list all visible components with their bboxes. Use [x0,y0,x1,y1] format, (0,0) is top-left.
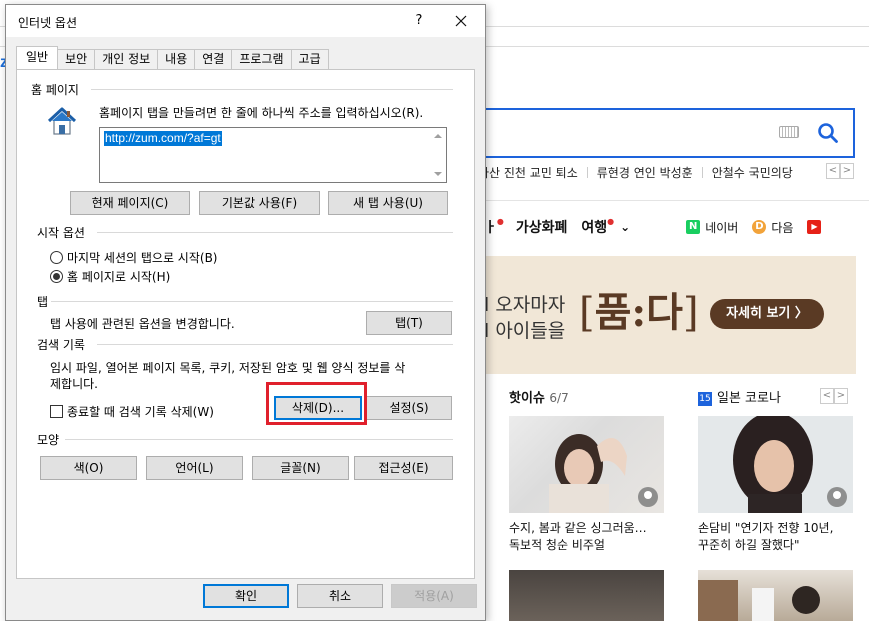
home-page-url[interactable]: http://zum.com/?af=gt [104,131,222,146]
use-new-tab-button[interactable]: 새 탭 사용(U) [328,191,448,215]
section-divider [484,200,869,201]
home-page-heading: 홈 페이지 [31,83,79,97]
home-icon [47,107,77,135]
site-search-box[interactable] [470,108,855,158]
nav-partial-item[interactable]: ㅏ● [484,217,504,237]
chevron-down-icon[interactable]: ⌄ [620,220,630,234]
tab-privacy[interactable]: 개인 정보 [94,49,159,69]
news-thumbnail[interactable] [509,416,664,513]
tabs-settings-button[interactable]: 탭(T) [366,311,452,335]
news-thumbnail[interactable] [698,416,853,513]
prev-arrow-icon[interactable]: < [826,163,840,179]
prev-arrow-icon[interactable]: < [820,388,834,404]
home-page-url-textarea[interactable]: http://zum.com/?af=gt [99,127,447,183]
search-icon[interactable] [817,122,839,144]
banner-text: l 오자마자 [484,294,566,316]
colors-button[interactable]: 색(O) [40,456,137,480]
news-thumbnail[interactable] [509,570,664,621]
hot-issue-title[interactable]: 핫이슈 6/7 [509,387,569,406]
history-settings-button[interactable]: 설정(S) [366,396,452,420]
next-arrow-icon[interactable]: > [840,163,854,179]
scroll-up-icon [434,134,442,138]
tabs-description: 탭 사용에 관련된 옵션을 변경합니다. [50,317,235,331]
highlight-box [266,382,367,425]
tab-content[interactable]: 내용 [157,49,196,69]
start-with-last-session-radio[interactable]: 마지막 세션의 탭으로 시작(B) [50,249,217,266]
date-badge: 15 [698,392,712,406]
appearance-heading: 모양 [37,433,60,447]
banner-text: l 아이들을 [484,320,566,342]
scroll-down-icon [434,172,442,176]
photo-credit-icon [638,487,658,507]
banner-more-button[interactable]: 자세히 보기 〉 [710,299,824,329]
naver-icon: N [686,220,701,234]
tab-strip: 일반 보안 개인 정보 내용 연결 프로그램 고급 [16,46,329,69]
daum-icon: D [752,220,767,234]
history-heading: 검색 기록 [37,338,85,352]
next-arrow-icon[interactable]: > [834,388,848,404]
textarea-scrollbar[interactable] [430,128,446,182]
news-caption[interactable]: 수지, 봄과 같은 싱그러움… 독보적 청순 비주얼 [509,520,679,554]
keyword-item[interactable]: 안철수 국민의당 [712,164,793,181]
general-tab-panel: 홈 페이지 홈페이지 탭을 만들려면 한 줄에 하나씩 주소를 입력하십시오(R… [16,69,475,579]
delete-on-exit-checkbox[interactable]: 종료할 때 검색 기록 삭제(W) [50,403,214,420]
home-page-description: 홈페이지 탭을 만들려면 한 줄에 하나씩 주소를 입력하십시오(R). [99,106,424,120]
fonts-button[interactable]: 글꼴(N) [252,456,349,480]
tab-general[interactable]: 일반 [16,46,59,69]
internet-options-dialog: 인터넷 옵션 ? 일반 보안 개인 정보 내용 연결 프로그램 고급 홈 페이지… [5,4,486,621]
nav-item-crypto[interactable]: 가상화폐 [516,217,568,237]
portal-link-youtube[interactable]: ▶ [807,220,826,234]
news-thumbnail[interactable] [698,570,853,621]
youtube-icon: ▶ [807,220,822,234]
banner-logo: [품:다] [579,289,699,336]
portal-link-naver[interactable]: N 네이버 [686,219,738,236]
portal-link-daum[interactable]: D 다음 [752,219,793,236]
dialog-titlebar[interactable]: 인터넷 옵션 ? [6,5,485,37]
trending-keywords: 아산 진천 교민 퇴소 류현경 연인 박성훈 안철수 국민의당 [478,163,793,181]
tabs-heading: 탭 [37,295,49,309]
use-current-button[interactable]: 현재 페이지(C) [70,191,190,215]
corona-title[interactable]: 15 일본 코로나 [698,387,781,406]
tab-connections[interactable]: 연결 [194,49,233,69]
languages-button[interactable]: 언어(L) [146,456,243,480]
corona-pager: < > [820,388,848,404]
nav-item-travel[interactable]: 여행● [581,217,614,237]
startup-heading: 시작 옵션 [37,226,85,240]
news-caption[interactable]: 손담비 "연기자 전향 10년, 꾸준히 하길 잘했다" [698,520,868,554]
start-with-home-page-radio[interactable]: 홈 페이지로 시작(H) [50,268,170,285]
keyboard-icon[interactable] [779,126,799,138]
keyword-item[interactable]: 아산 진천 교민 퇴소 [478,164,578,181]
photo-credit-icon [827,487,847,507]
ad-banner[interactable]: l 오자마자 l 아이들을 [품:다] 자세히 보기 〉 [484,256,856,374]
tab-advanced[interactable]: 고급 [290,49,329,69]
use-default-button[interactable]: 기본값 사용(F) [199,191,320,215]
keyword-pager: < > [826,163,854,179]
tab-security[interactable]: 보안 [57,49,96,69]
close-icon[interactable] [450,10,472,32]
keyword-item[interactable]: 류현경 연인 박성훈 [597,164,693,181]
dialog-title: 인터넷 옵션 [18,16,78,30]
cancel-button[interactable]: 취소 [297,584,383,608]
help-button[interactable]: ? [408,10,430,32]
accessibility-button[interactable]: 접근성(E) [354,456,453,480]
category-nav: ㅏ● 가상화폐 여행● ⌄ N 네이버 D 다음 ▶ [484,216,826,238]
tab-programs[interactable]: 프로그램 [231,49,292,69]
apply-button[interactable]: 적용(A) [391,584,477,608]
ok-button[interactable]: 확인 [203,584,289,608]
